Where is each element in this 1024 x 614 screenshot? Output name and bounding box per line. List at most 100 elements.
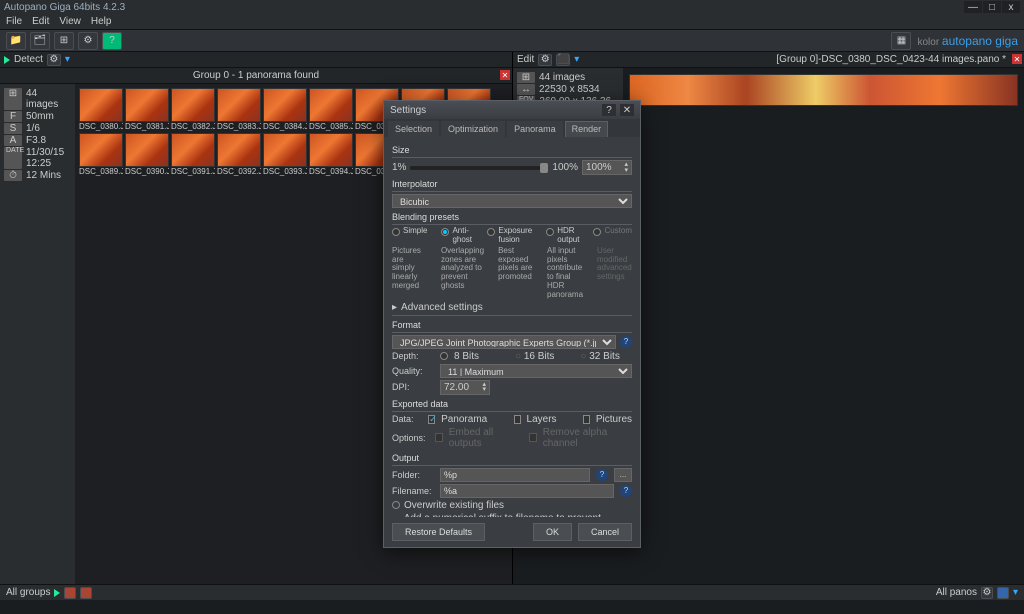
dialog-close-button[interactable]: ✕ xyxy=(620,104,634,116)
render-icon[interactable]: ⬛ xyxy=(556,54,570,66)
maximize-button[interactable]: □ xyxy=(983,1,1001,13)
info-images: 44 images xyxy=(26,88,71,110)
folder-label: Folder: xyxy=(392,470,434,480)
thumbnail[interactable]: DSC_0381.JPG xyxy=(125,88,169,131)
detect-button[interactable]: Detect xyxy=(14,54,43,65)
thumbnail[interactable]: DSC_0383.JPG xyxy=(217,88,261,131)
thumbnail[interactable]: DSC_0392.JPG xyxy=(217,133,261,176)
blend-hdr-radio[interactable]: HDR output xyxy=(546,227,579,245)
help-icon[interactable]: ? xyxy=(620,485,632,497)
tab-render[interactable]: Render xyxy=(565,121,609,137)
browse-folder-button[interactable]: ... xyxy=(614,468,632,482)
tab-selection[interactable]: Selection xyxy=(388,121,439,137)
restore-defaults-button[interactable]: Restore Defaults xyxy=(392,523,485,541)
render-icon[interactable] xyxy=(997,587,1009,599)
blend-antighost-radio[interactable]: Anti-ghost xyxy=(441,227,473,245)
help-icon[interactable]: ? xyxy=(620,336,632,348)
dpi-spinner[interactable]: 72.00▴▾ xyxy=(440,380,490,395)
gear-icon[interactable]: ⚙ xyxy=(78,32,98,50)
close-group-icon[interactable]: ✕ xyxy=(500,70,510,80)
options-label: Options: xyxy=(392,433,429,443)
blend-exposure-radio[interactable]: Exposure fusion xyxy=(487,227,532,245)
thumbnail[interactable]: DSC_0384.JPG xyxy=(263,88,307,131)
gear-icon[interactable]: ⚙ xyxy=(981,587,993,599)
pictures-checkbox[interactable] xyxy=(583,415,590,424)
close-button[interactable]: x xyxy=(1002,1,1020,13)
play-icon[interactable] xyxy=(54,589,60,597)
tile-icon[interactable] xyxy=(80,587,92,599)
blend-hdr-desc: All input pixels contribute to final HDR… xyxy=(547,247,583,300)
blend-simple-desc: Pictures are simply linearly merged xyxy=(392,247,427,300)
thumbnail[interactable]: DSC_0391.JPG xyxy=(171,133,215,176)
settings-dialog: Settings ? ✕ Selection Optimization Pano… xyxy=(383,100,641,548)
dropdown-icon[interactable]: ▾ xyxy=(1013,587,1018,598)
size-max: 100% xyxy=(552,162,578,173)
status-right-label: All panos xyxy=(936,587,977,598)
blend-custom-desc: User modified advanced settings xyxy=(597,247,632,300)
gear-small-icon[interactable]: ⚙ xyxy=(47,54,61,66)
filename-field[interactable] xyxy=(440,484,614,498)
tile-icon[interactable] xyxy=(64,587,76,599)
format-combo[interactable]: JPG/JPEG Joint Photographic Experts Grou… xyxy=(392,335,616,349)
thumbnail[interactable]: DSC_0385.JPG xyxy=(309,88,353,131)
size-min: 1% xyxy=(392,162,406,173)
play-icon[interactable] xyxy=(4,56,10,64)
panorama-preview[interactable] xyxy=(629,74,1018,106)
help-icon[interactable]: ? xyxy=(102,32,122,50)
ok-button[interactable]: OK xyxy=(533,523,572,541)
dialog-help-button[interactable]: ? xyxy=(602,104,616,116)
dpi-label: DPI: xyxy=(392,382,434,392)
batch-icon[interactable]: ▦ xyxy=(891,32,911,50)
panorama-checkbox[interactable] xyxy=(428,415,435,424)
thumbnail[interactable]: DSC_0390.JPG xyxy=(125,133,169,176)
suffix-radio[interactable]: Add a numerical suffix to filename to pr… xyxy=(392,513,632,517)
interp-combo[interactable]: Bicubic xyxy=(392,194,632,208)
puzzle-icon[interactable]: ⊞ xyxy=(54,32,74,50)
folders-icon[interactable]: 🗂 xyxy=(30,32,50,50)
help-icon[interactable]: ? xyxy=(596,469,608,481)
menu-edit[interactable]: Edit xyxy=(32,16,49,27)
layers-checkbox[interactable] xyxy=(514,415,521,424)
menu-help[interactable]: Help xyxy=(91,16,112,27)
overwrite-radio[interactable]: Overwrite existing files xyxy=(392,500,632,511)
depth-16-radio: ○ 16 Bits xyxy=(515,351,554,362)
depth-32-radio: ○ 32 Bits xyxy=(580,351,619,362)
size-spinner[interactable]: 100%▴▾ xyxy=(582,160,632,175)
close-pano-icon[interactable]: ✕ xyxy=(1012,54,1022,64)
edit-button[interactable]: Edit xyxy=(517,54,534,65)
format-label: Format xyxy=(392,320,632,330)
gear-small-icon[interactable]: ⚙ xyxy=(538,54,552,66)
tab-panorama[interactable]: Panorama xyxy=(507,121,563,137)
blend-simple-radio[interactable]: Simple xyxy=(392,227,427,245)
titlebar: Autopano Giga 64bits 4.2.3 — □ x xyxy=(0,0,1024,14)
size-label: Size xyxy=(392,145,632,155)
advanced-settings-toggle[interactable]: ▸Advanced settings xyxy=(392,302,632,313)
tab-optimization[interactable]: Optimization xyxy=(441,121,505,137)
thumbnail[interactable]: DSC_0380.JPG xyxy=(79,88,123,131)
group-infobox: ⊞44 images F50mm S1/6 AF3.8 DATE11/30/15… xyxy=(0,84,75,584)
dialog-titlebar[interactable]: Settings ? ✕ xyxy=(384,101,640,119)
minimize-button[interactable]: — xyxy=(964,1,982,13)
pano-info-images: 44 images xyxy=(539,72,585,83)
thumbnail[interactable]: DSC_0394.JPG xyxy=(309,133,353,176)
folder-icon[interactable]: 📁 xyxy=(6,32,26,50)
alpha-checkbox xyxy=(529,433,537,442)
cancel-button[interactable]: Cancel xyxy=(578,523,632,541)
info-duration: 12 Mins xyxy=(26,170,61,181)
blend-exp-desc: Best exposed pixels are promoted xyxy=(498,247,533,300)
quality-combo[interactable]: 11 | Maximum xyxy=(440,364,632,378)
dropdown-icon[interactable]: ▾ xyxy=(574,54,579,65)
folder-field[interactable] xyxy=(440,468,590,482)
size-slider[interactable] xyxy=(410,166,548,170)
menu-file[interactable]: File xyxy=(6,16,22,27)
menu-view[interactable]: View xyxy=(59,16,81,27)
thumbnail[interactable]: DSC_0393.JPG xyxy=(263,133,307,176)
group-header: Group 0 - 1 panorama found ✕ xyxy=(0,68,512,84)
embed-checkbox xyxy=(435,433,443,442)
thumbnail[interactable]: DSC_0389.JPG xyxy=(79,133,123,176)
pano-title: [Group 0]-DSC_0380_DSC_0423-44 images.pa… xyxy=(583,54,1020,65)
dropdown-icon[interactable]: ▾ xyxy=(65,54,70,65)
depth-8-radio[interactable] xyxy=(440,352,448,360)
group-title: Group 0 - 1 panorama found xyxy=(4,70,508,81)
thumbnail[interactable]: DSC_0382.JPG xyxy=(171,88,215,131)
